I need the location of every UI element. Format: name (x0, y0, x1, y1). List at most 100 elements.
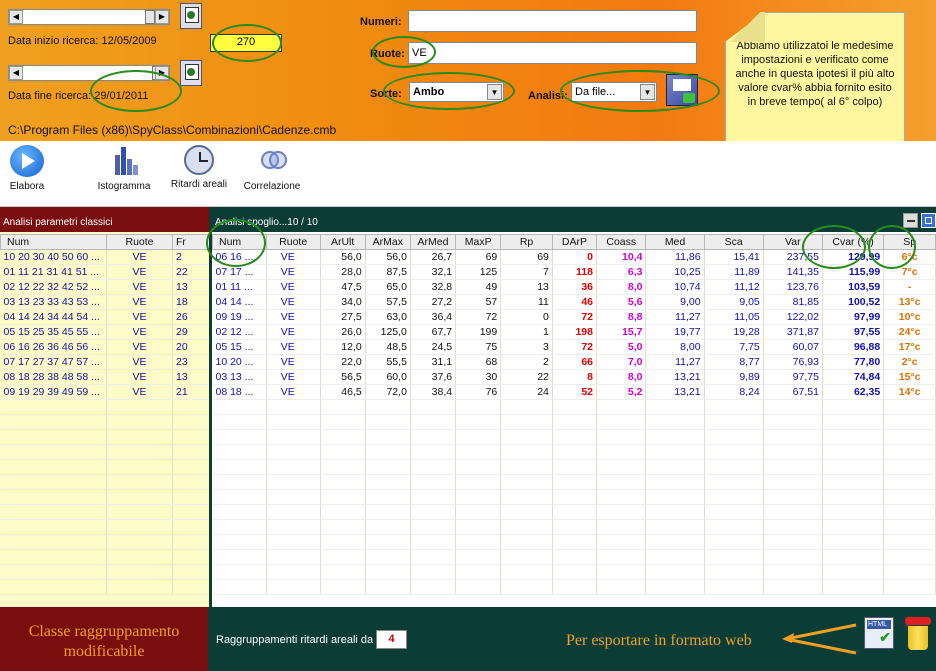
table-cell: VE (106, 309, 173, 325)
table-cell: 15,41 (704, 249, 764, 265)
maximize-icon[interactable] (921, 213, 936, 228)
table-row[interactable]: 04 14 24 34 44 54 ... VE 26 (0, 309, 210, 325)
table-cell: 123,76 (763, 279, 823, 295)
column-header[interactable]: Ruote (265, 234, 321, 250)
table-row[interactable]: 02 12 22 32 42 52 ... VE 13 (0, 279, 210, 295)
empty-row (212, 579, 936, 595)
column-header[interactable]: ArMed (409, 234, 457, 250)
empty-row (212, 504, 936, 520)
table-cell: 02 12 ... (212, 324, 267, 340)
slider-left-arrow[interactable]: ◀ (9, 66, 23, 80)
export-text: Per esportare in formato web (566, 632, 752, 649)
clock-icon (184, 145, 214, 175)
istogramma-button[interactable]: Istogramma (96, 145, 152, 192)
table-cell: 72,0 (365, 384, 411, 400)
table-cell: 141,35 (763, 264, 823, 280)
column-header[interactable]: Coass (595, 234, 647, 250)
table-row[interactable]: 01 11 21 31 41 51 ... VE 22 (0, 264, 210, 280)
table-cell: 03 13 23 33 43 53 ... (0, 294, 107, 310)
export-html-icon[interactable]: HTML ✔ (864, 617, 894, 649)
save-start-date-icon[interactable] (180, 3, 202, 29)
highlight-oval (383, 72, 515, 110)
table-cell: VE (266, 249, 321, 265)
table-cell: 8,0 (596, 369, 647, 385)
table-row[interactable]: 10 20 30 40 50 60 ... VE 2 (0, 249, 210, 265)
slider-left-arrow[interactable]: ◀ (9, 10, 23, 24)
empty-row (0, 429, 210, 445)
table-row[interactable]: 08 18 28 38 48 58 ... VE 13 (0, 369, 210, 385)
column-header[interactable]: Fr (172, 234, 210, 250)
table-cell: 22,0 (320, 354, 366, 370)
column-header[interactable]: ArUlt (319, 234, 366, 250)
slider-thumb[interactable] (145, 10, 155, 24)
elabora-button[interactable]: Elabora (6, 145, 48, 192)
table-cell: 56,0 (365, 249, 411, 265)
table-cell: VE (266, 264, 321, 280)
table-cell: 60,0 (365, 369, 411, 385)
table-row[interactable]: 03 13 ... VE 56,5 60,0 37,6 30 22 8 8,0 13,21 9,89… (212, 369, 936, 385)
column-header[interactable]: Med (645, 234, 705, 250)
column-header[interactable]: Rp (500, 234, 553, 250)
table-cell: 10,4 (596, 249, 647, 265)
table-row[interactable]: 04 14 ... VE 34,0 57,5 27,2 57 11 46 5,6 9,00 9,05… (212, 294, 936, 310)
column-header[interactable]: Ruote (106, 234, 173, 250)
start-date-slider[interactable]: ◀ ▶ (8, 9, 170, 25)
table-row[interactable]: 09 19 29 39 49 59 ... VE 21 (0, 384, 210, 400)
elabora-label: Elabora (9, 181, 45, 192)
table-row[interactable]: 03 13 23 33 43 53 ... VE 18 (0, 294, 210, 310)
table-row[interactable]: 02 12 ... VE 26,0 125,0 67,7 199 1 198 15,7 19,77… (212, 324, 936, 340)
numeri-input[interactable] (408, 10, 697, 32)
table-cell: 13 (500, 279, 553, 295)
table-cell: 199 (455, 324, 502, 340)
table-cell: 13,21 (645, 369, 705, 385)
column-header[interactable]: MaxP (455, 234, 502, 250)
empty-row (0, 474, 210, 490)
table-cell: 125,0 (365, 324, 411, 340)
table-cell: 28,0 (320, 264, 366, 280)
column-header[interactable]: DArP (551, 234, 598, 250)
table-row[interactable]: 10 20 ... VE 22,0 55,5 31,1 68 2 66 7,0 11,27 8,77… (212, 354, 936, 370)
table-row[interactable]: 05 15 ... VE 12,0 48,5 24,5 75 3 72 5,0 8,00 7,75 6… (212, 339, 936, 355)
table-cell: 10 20 30 40 50 60 ... (0, 249, 107, 265)
table-row[interactable]: 06 16 26 36 46 56 ... VE 20 (0, 339, 210, 355)
table-cell: 97,55 (822, 324, 885, 340)
raggruppamenti-input[interactable]: 4 (376, 630, 407, 649)
table-row[interactable]: 05 15 25 35 45 55 ... VE 29 (0, 324, 210, 340)
minimize-icon[interactable] (903, 213, 918, 228)
table-cell: 11,89 (704, 264, 764, 280)
trash-icon[interactable] (905, 617, 931, 651)
table-row[interactable]: 08 18 ... VE 46,5 72,0 38,4 76 24 52 5,2 13,21 8,2… (212, 384, 936, 400)
table-cell: 81,85 (763, 294, 823, 310)
ruote-input[interactable]: VE (408, 42, 697, 64)
start-date-label: Data inizio ricerca: 12/05/2009 (8, 35, 157, 47)
correlazione-button[interactable]: Correlazione (240, 145, 304, 192)
highlight-oval (802, 225, 866, 269)
histogram-icon (107, 145, 141, 177)
empty-row (0, 549, 210, 565)
highlight-oval (868, 225, 916, 269)
correlation-icon (255, 145, 289, 177)
column-header[interactable]: Sca (703, 234, 764, 250)
table-cell: 75 (455, 339, 502, 355)
table-cell: 19,28 (704, 324, 764, 340)
table-cell: 66 (552, 354, 598, 370)
table-cell: 69 (500, 249, 553, 265)
table-cell: 13 (172, 279, 210, 295)
toolbar: Elabora Istogramma Ritardi areali Correl… (0, 141, 936, 207)
table-row[interactable]: 07 17 27 37 47 57 ... VE 23 (0, 354, 210, 370)
save-end-date-icon[interactable] (180, 60, 202, 86)
table-cell: 3 (500, 339, 553, 355)
table-cell: 27,5 (320, 309, 366, 325)
table-row[interactable]: 09 19 ... VE 27,5 63,0 36,4 72 0 72 8,8 11,27 11,0… (212, 309, 936, 325)
table-row[interactable]: 01 11 ... VE 47,5 65,0 32,8 49 13 36 8,0 10,74 11,… (212, 279, 936, 295)
table-cell: 37,6 (410, 369, 457, 385)
table-cell: 02 12 22 32 42 52 ... (0, 279, 107, 295)
empty-row (212, 489, 936, 505)
ritardi-areali-button[interactable]: Ritardi areali (168, 145, 230, 190)
empty-row (0, 459, 210, 475)
table-cell: 62,35 (822, 384, 885, 400)
column-header[interactable]: ArMax (364, 234, 411, 250)
table-cell: VE (106, 279, 173, 295)
column-header[interactable]: Num (0, 234, 107, 250)
slider-right-arrow[interactable]: ▶ (155, 10, 169, 24)
